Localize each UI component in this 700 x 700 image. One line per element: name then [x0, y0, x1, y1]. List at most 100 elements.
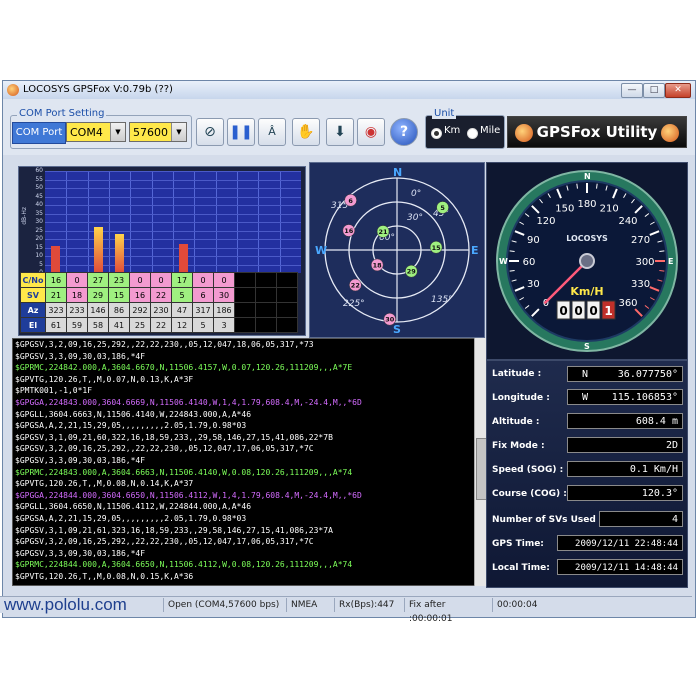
gauge-scale-label: 180 [577, 199, 596, 210]
nmea-line: $GPGSA,A,2,21,15,29,05,,,,,,,,,2.05,1.79… [15, 513, 247, 523]
table-cell [234, 302, 256, 318]
longitude-hemisphere: W [582, 392, 589, 403]
com-port-value: COM4 [70, 126, 103, 139]
table-cell [276, 287, 298, 303]
nmea-line: $GPGSV,3,3,09,30,03,186,*4F [15, 548, 146, 558]
snr-bar [179, 244, 189, 273]
record-button[interactable]: ◉ [357, 118, 385, 146]
table-cell: 25 [129, 317, 151, 333]
table-cell: 0 [213, 272, 235, 288]
table-row: SV 21 18 29 15 16 22 5 6 30 [20, 287, 298, 303]
status-rx: Rx(Bps):447 [334, 598, 403, 612]
y-tick-label: 60 [35, 167, 43, 174]
table-cell: 317 [192, 302, 214, 318]
gauge-brand: LOCOSYS [566, 234, 608, 243]
table-cell: 323 [45, 302, 67, 318]
title-bar[interactable]: LOCOSYS GPSFox V:0.79b (??) — □ ✕ [3, 81, 695, 99]
km-label[interactable]: Km [444, 125, 460, 136]
odometer-digit: 0 [559, 304, 567, 318]
angle-label: 135° [431, 295, 453, 305]
mile-radio[interactable] [467, 128, 478, 139]
gauge-scale-label: 210 [600, 203, 619, 214]
gauge-hub [579, 253, 595, 269]
gauge-tick [659, 270, 665, 272]
status-fix-after: Fix after :00:00:01 [404, 598, 491, 624]
grid-line [45, 264, 301, 266]
course-label: Course (COG) : [492, 489, 567, 499]
table-cell: 22 [150, 317, 172, 333]
chevron-down-icon[interactable]: ▼ [110, 123, 125, 141]
y-tick-label: 50 [35, 184, 43, 191]
brand-banner: GPSFox Utility [507, 116, 687, 148]
nmea-line: $PMTK001,-1,0*1F [15, 386, 93, 396]
watermark: www.pololu.com [4, 595, 127, 614]
nmea-scrollbar[interactable] [474, 338, 487, 586]
table-cell: 59 [66, 317, 88, 333]
compass-w: W [315, 244, 327, 257]
compass-e: E [471, 244, 479, 257]
mile-label[interactable]: Mile [480, 125, 500, 136]
table-cell: 61 [45, 317, 67, 333]
unit-group-title: Unit [432, 108, 457, 119]
font-button[interactable]: Â [258, 118, 286, 146]
window-title: LOCOSYS GPSFox V:0.79b (??) [23, 84, 173, 95]
save-button[interactable]: ⬇ [326, 118, 354, 146]
com-port-select[interactable]: COM4 ▼ [66, 122, 126, 142]
table-cell: 23 [108, 272, 130, 288]
y-tick-label: 35 [35, 209, 43, 217]
grid-line [45, 239, 301, 240]
grid-line [45, 188, 301, 189]
grid-line [45, 256, 301, 257]
table-cell: 16 [45, 272, 67, 288]
longitude-label: Longitude : [492, 393, 550, 403]
y-tick-label: 30 [35, 218, 43, 225]
km-radio[interactable] [431, 128, 442, 139]
maximize-button[interactable]: □ [643, 83, 665, 98]
nmea-line: $GPGSV,3,2,09,16,25,292,,22,22,230,,05,1… [15, 340, 314, 349]
local-time-value: 2009/12/11 14:48:44 [557, 559, 683, 575]
local-time-label: Local Time: [492, 563, 550, 573]
table-cell: 233 [66, 302, 88, 318]
nmea-log[interactable]: $GPGSV,3,2,09,16,25,292,,22,22,230,,05,1… [12, 338, 486, 586]
snr-bar-grid [45, 171, 301, 273]
satellite-label: 30 [385, 316, 395, 324]
y-tick-label: 15 [35, 243, 43, 251]
chevron-down-icon[interactable]: ▼ [171, 123, 186, 141]
snr-bar [93, 227, 103, 273]
compass-n: N [393, 166, 402, 179]
table-cell: 6 [192, 287, 214, 303]
baud-rate-select[interactable]: 57600 ▼ [129, 122, 187, 142]
grid-line [45, 171, 301, 172]
help-button[interactable]: ? [390, 118, 418, 146]
gauge-tick [509, 270, 515, 272]
angle-label: 225° [343, 299, 365, 309]
sky-view-panel: N S E W 0° 30° 60° 45° 135° 225° 315° 21 18 29 15 16 22 5… [309, 162, 485, 338]
hand-button[interactable]: ✋ [292, 118, 320, 146]
status-port: Open (COM4,57600 bps) [163, 598, 285, 612]
nmea-line: $GPGSV,3,2,09,16,25,292,,22,22,230,,05,1… [15, 444, 314, 454]
gauge-tick [509, 250, 515, 252]
table-cell: 18 [66, 287, 88, 303]
y-tick-label: 40 [35, 201, 43, 208]
close-button[interactable]: ✕ [665, 83, 691, 98]
satellite-label: 5 [440, 204, 445, 212]
minimize-button[interactable]: — [621, 83, 643, 98]
table-cell [234, 287, 256, 303]
satellite-label: 16 [344, 227, 354, 235]
table-cell: 22 [150, 287, 172, 303]
hand-icon: ✋ [297, 124, 315, 140]
gauge-tick [659, 250, 665, 252]
odometer-digit: 0 [574, 304, 582, 318]
table-cell: 17 [171, 272, 193, 288]
table-cell [255, 302, 277, 318]
table-cell [276, 317, 298, 333]
table-cell: 21 [45, 287, 67, 303]
app-icon[interactable] [7, 84, 19, 96]
nmea-line: $GPGSA,A,2,21,15,29,05,,,,,,,,,2.05,1.79… [15, 421, 247, 431]
table-cell: 5 [171, 287, 193, 303]
row-header: C/No [20, 272, 46, 288]
pause-button[interactable]: ❚❚ [227, 118, 255, 146]
satellite-button[interactable]: ⊘ [196, 118, 224, 146]
gauge-tick [576, 183, 578, 189]
nmea-line: $GPGSV,3,3,09,30,03,186,*4F [15, 455, 146, 465]
